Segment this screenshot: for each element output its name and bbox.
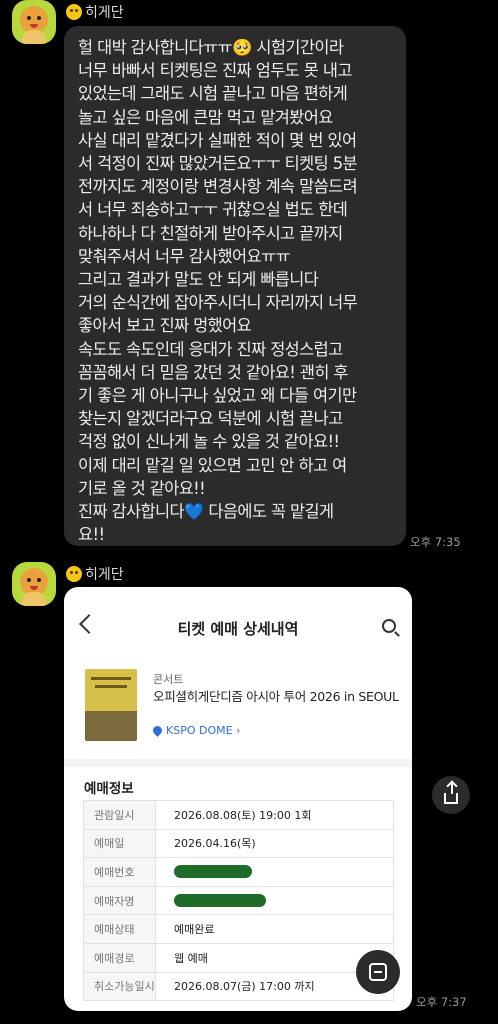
smile-emoji-icon (66, 566, 82, 582)
sender-name-row: 히게단 (66, 564, 124, 584)
table-row: 예매경로 웹 예매 (84, 943, 393, 973)
message-text: 헐 대박 감사합니다ㅠㅠ🥺 시험기간이라 너무 바빠서 티켓팅은 진짜 엄두도 … (78, 38, 358, 545)
redacted-value (156, 887, 393, 915)
row-label: 관람일시 (84, 801, 156, 829)
row-label: 예매경로 (84, 943, 156, 972)
section-divider (64, 759, 412, 767)
event-poster (85, 669, 137, 741)
ticket-page-title: 티켓 예매 상세내역 (177, 620, 299, 638)
redaction-scribble (174, 894, 266, 908)
redacted-value (156, 858, 393, 886)
message-bubble[interactable]: 헐 대박 감사합니다ㅠㅠ🥺 시험기간이라 너무 바빠서 티켓팅은 진짜 엄두도 … (64, 26, 406, 546)
message-time: 오후 7:35 (410, 535, 461, 549)
ticket-screenshot-image[interactable]: 티켓 예매 상세내역 콘서트 오피셜히게단디즘 아시아 투어 2026 in S… (64, 587, 412, 1011)
table-row: 예매상태 예매완료 (84, 915, 393, 944)
row-value: 2026.08.08(토) 19:00 1회 (174, 808, 312, 822)
smile-emoji-icon (66, 4, 82, 20)
message-time: 오후 7:37 (416, 995, 467, 1009)
row-label: 예매자명 (84, 886, 156, 915)
row-label: 취소가능일시 (84, 972, 156, 1001)
location-pin-icon (151, 724, 164, 737)
booking-info-table: 관람일시 2026.08.08(토) 19:00 1회 예매일 2026.04.… (83, 800, 394, 1002)
sender-avatar[interactable] (12, 0, 56, 44)
redaction-scribble (174, 865, 252, 879)
scan-text-button[interactable] (356, 950, 400, 994)
sender-name-row: 히게단 (66, 2, 124, 22)
row-label: 예매상태 (84, 915, 156, 943)
share-icon (444, 781, 458, 804)
row-label: 예매일 (84, 829, 156, 858)
venue-link[interactable]: KSPO DOME › (151, 724, 241, 737)
scan-icon (369, 963, 387, 981)
row-value: 2026.04.16(목) (174, 837, 256, 851)
table-row: 예매일 2026.04.16(목) (84, 829, 393, 859)
sender-avatar[interactable] (12, 562, 56, 606)
sender-name: 히게단 (85, 5, 124, 21)
table-row: 예매자명 (84, 886, 393, 916)
sender-name: 히게단 (85, 567, 124, 583)
table-row: 취소가능일시 2026.08.07(금) 17:00 까지 (84, 972, 393, 1002)
search-icon[interactable] (382, 619, 396, 633)
booking-info-title: 예매정보 (84, 781, 134, 797)
row-value: 예매완료 (174, 923, 215, 937)
venue-name: KSPO DOME › (166, 724, 241, 737)
row-label: 예매번호 (84, 858, 156, 886)
share-button[interactable] (432, 776, 470, 814)
table-row: 관람일시 2026.08.08(토) 19:00 1회 (84, 801, 393, 830)
table-row: 예매번호 (84, 858, 393, 887)
ticket-header: 티켓 예매 상세내역 (64, 587, 412, 671)
event-name: 오피셜히게단디즘 아시아 투어 2026 in SEOUL (153, 689, 399, 704)
event-category: 콘서트 (153, 673, 184, 686)
